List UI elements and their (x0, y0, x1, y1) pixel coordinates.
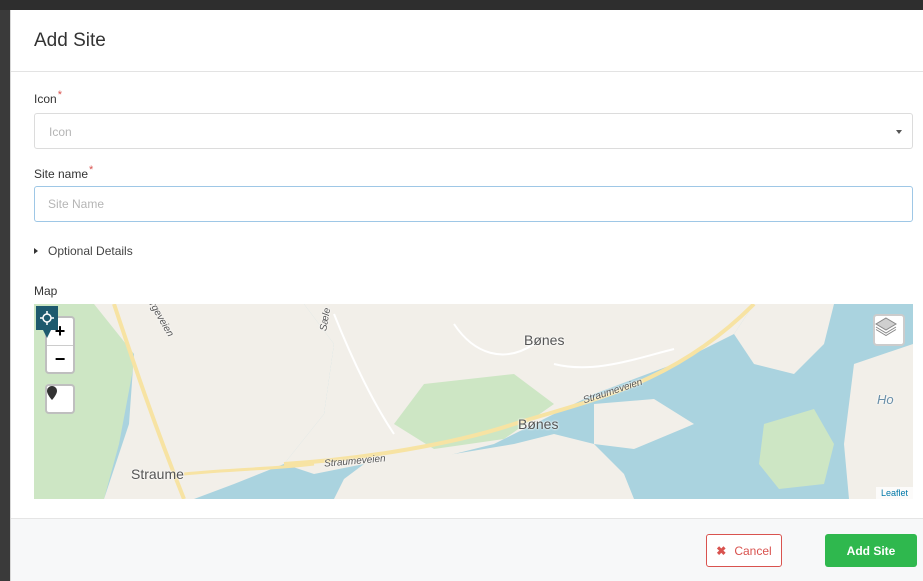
zoom-out-button[interactable]: − (47, 345, 73, 372)
map-field-label: Map (34, 284, 58, 298)
add-site-button-label: Add Site (846, 543, 896, 558)
site-name-label-text: Site name (34, 167, 89, 181)
map-marker-icon (47, 386, 57, 400)
icon-select[interactable]: Icon (34, 113, 913, 149)
modal-backdrop (0, 0, 923, 10)
site-name-input[interactable] (34, 186, 913, 222)
triangle-right-icon (34, 248, 38, 254)
modal-header: Add Site (11, 10, 923, 72)
add-site-button[interactable]: Add Site (825, 534, 917, 567)
place-label: Straume (131, 466, 184, 482)
required-marker: * (89, 164, 94, 176)
layers-icon (875, 317, 897, 336)
icon-label-text: Icon (34, 92, 57, 106)
place-label: Ho (877, 392, 894, 407)
map-pin-icon[interactable] (34, 304, 60, 340)
optional-details-toggle[interactable]: Optional Details (34, 244, 133, 258)
cancel-button[interactable]: ✖ Cancel (706, 534, 782, 567)
icon-field-label: Icon* (34, 89, 62, 106)
map[interactable]: Bønes Bønes Straume Ho Straumeveien Stra… (34, 304, 913, 499)
place-label: Bønes (524, 332, 565, 348)
leaflet-attribution-link[interactable]: Leaflet (875, 487, 913, 499)
close-icon: ✖ (716, 543, 727, 558)
optional-details-label: Optional Details (48, 244, 133, 258)
caret-down-icon (896, 130, 902, 134)
required-marker: * (57, 89, 62, 101)
site-name-field-label: Site name* (34, 164, 94, 181)
modal-title: Add Site (34, 29, 106, 51)
place-marker-button[interactable] (45, 384, 75, 414)
cancel-button-label: Cancel (734, 543, 772, 558)
modal-footer: ✖ Cancel Add Site (11, 518, 923, 581)
place-label: Bønes (518, 416, 559, 432)
icon-select-placeholder: Icon (49, 125, 72, 139)
add-site-modal: Add Site Icon* Icon Site name* Optional … (10, 10, 923, 581)
modal-body: Icon* Icon Site name* Optional Details M… (11, 72, 923, 518)
layers-button[interactable] (873, 314, 905, 346)
